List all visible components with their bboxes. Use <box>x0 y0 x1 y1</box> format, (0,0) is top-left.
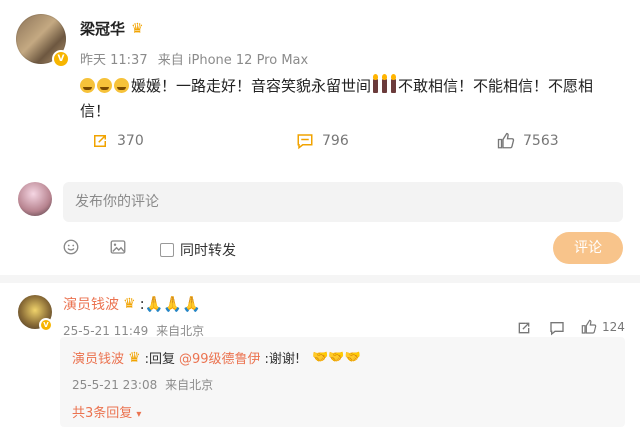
crying-emoji-icon <box>80 78 95 93</box>
commenter-name[interactable]: 演员钱波 <box>63 294 119 314</box>
reply-time: 25-5-21 23:08 <box>72 378 158 392</box>
my-avatar[interactable] <box>18 182 52 216</box>
post-text-main: 媛媛！一路走好！音容笑貌永留世间 <box>131 77 372 95</box>
like-count: 7563 <box>523 133 559 149</box>
comment-text: :🙏🙏🙏 <box>139 295 201 313</box>
comment-count: 796 <box>322 133 349 149</box>
thumbs-up-icon <box>581 319 597 334</box>
reply-header: 演员钱波 ♛ :回复 @99级德鲁伊 :谢谢! 🤝🤝🤝 <box>72 348 361 368</box>
comment-like-button[interactable]: 124 <box>581 319 625 335</box>
verified-badge-icon: V <box>52 50 70 68</box>
repost-count: 370 <box>117 133 144 149</box>
repost-toggle-label: 同时转发 <box>180 243 236 259</box>
reply-text: :谢谢! <box>264 352 301 367</box>
candle-icon <box>373 74 379 93</box>
handshake-emoji: 🤝🤝🤝 <box>312 350 361 365</box>
reply-author[interactable]: 演员钱波 <box>72 348 124 367</box>
crying-emoji-icon <box>114 78 129 93</box>
post-header: 梁冠华 ♛ <box>80 18 144 39</box>
author-name[interactable]: 梁冠华 <box>80 18 125 39</box>
candle-icon <box>391 74 397 93</box>
repost-icon <box>94 135 106 147</box>
comment-header: 演员钱波 ♛ :🙏🙏🙏 <box>63 294 201 314</box>
reply-prefix: :回复 <box>144 352 175 367</box>
commenter-verified-icon: V <box>39 318 53 332</box>
image-upload-button[interactable] <box>109 238 127 261</box>
reply-meta: 25-5-21 23:08 来自北京 <box>72 376 213 393</box>
emoji-button[interactable] <box>62 238 80 261</box>
post-text: 媛媛！一路走好！音容笑貌永留世间 不敢相信！不能相信！不愿相 信！ <box>80 74 620 124</box>
comment-icon <box>297 134 313 150</box>
crying-emoji-icon <box>97 78 112 93</box>
share-icon <box>518 322 530 334</box>
comment-input[interactable]: 发布你的评论 <box>63 182 623 222</box>
section-divider <box>0 275 640 283</box>
member-crown-icon: ♛ <box>123 296 136 312</box>
repost-button[interactable]: 370 <box>91 132 144 150</box>
candle-icon <box>382 74 388 93</box>
more-replies-link[interactable]: 共3条回复 ▾ <box>72 402 141 421</box>
submit-comment-button[interactable]: 评论 <box>553 232 623 264</box>
image-icon <box>110 240 126 254</box>
comment-button[interactable]: 796 <box>296 132 349 150</box>
post-meta: 昨天 11:37 来自 iPhone 12 Pro Max <box>80 49 308 68</box>
thumbs-up-icon <box>497 132 515 149</box>
more-replies-label: 共3条回复 <box>72 406 133 421</box>
smiley-icon <box>63 239 79 255</box>
post-source: 来自 iPhone 12 Pro Max <box>157 53 309 68</box>
reply-location: 来自北京 <box>165 378 214 392</box>
reply-icon <box>550 322 564 336</box>
post-text-suffix: 不敢相信！不能相信！不愿相 <box>398 77 594 95</box>
comment-location: 来自北京 <box>156 324 205 338</box>
like-button[interactable]: 7563 <box>497 132 559 150</box>
member-crown-icon: ♛ <box>131 20 144 37</box>
reply-mention[interactable]: @99级德鲁伊 <box>179 348 261 367</box>
comment-like-count: 124 <box>602 320 625 334</box>
comment-time: 25-5-21 11:49 <box>63 324 149 338</box>
member-crown-icon: ♛ <box>128 349 141 366</box>
repost-toggle[interactable]: 同时转发 <box>160 240 236 260</box>
chevron-down-icon: ▾ <box>136 409 142 420</box>
post-time[interactable]: 昨天 11:37 <box>80 53 148 68</box>
post-text-line2: 信！ <box>80 102 111 120</box>
repost-checkbox[interactable] <box>160 243 174 257</box>
